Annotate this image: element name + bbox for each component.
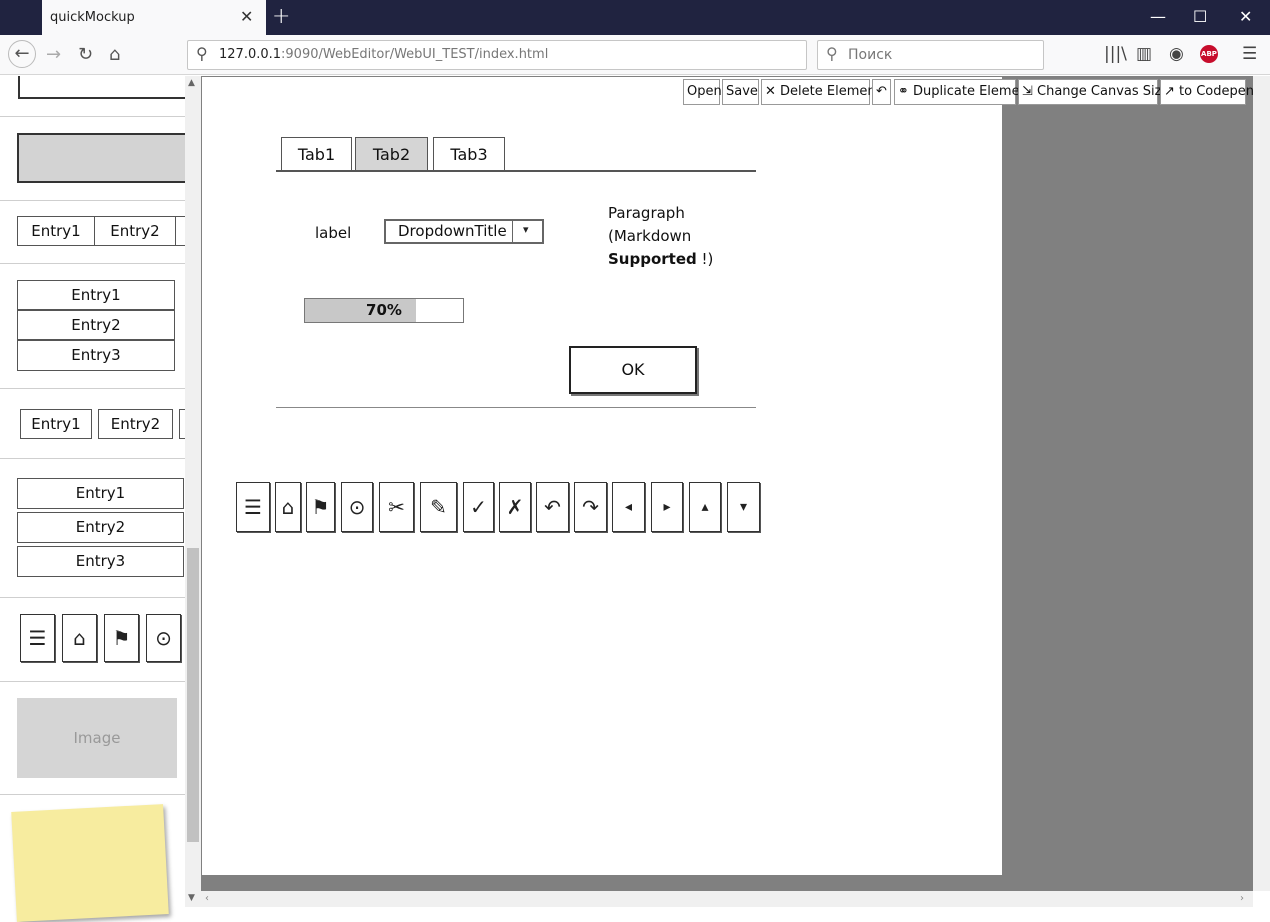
minimize-icon[interactable]: —: [1150, 7, 1166, 26]
dropdown[interactable]: DropdownTitle: [384, 219, 544, 244]
scroll-right-icon[interactable]: ›: [1240, 893, 1244, 904]
palette-list-item[interactable]: Entry1: [17, 280, 175, 310]
tab-title: quickMockup: [50, 10, 135, 25]
palette-list-item[interactable]: Entry3: [17, 340, 175, 371]
url-path: :9090/WebEditor/WebUI_TEST/index.html: [281, 47, 549, 62]
palette-textfield[interactable]: [18, 76, 185, 99]
pencil-icon[interactable]: ✎: [420, 482, 457, 532]
palette-vbutton[interactable]: Entry3: [17, 546, 184, 577]
palette-vbutton[interactable]: Entry1: [17, 478, 184, 509]
maximize-icon[interactable]: ☐: [1193, 7, 1207, 26]
search-icon: ⚲: [826, 44, 838, 63]
markdown-paragraph: Paragraph (Markdown Supported !): [608, 202, 713, 271]
paragraph-line: Paragraph: [608, 204, 685, 222]
new-tab-icon[interactable]: +: [272, 4, 290, 29]
palette-list-item[interactable]: Entry2: [17, 310, 175, 340]
divider-line: [276, 407, 756, 408]
home-icon[interactable]: ⌂: [275, 482, 301, 532]
menu-icon[interactable]: ☰: [1242, 44, 1257, 64]
palette-button[interactable]: [17, 133, 185, 183]
save-button[interactable]: Save: [722, 79, 759, 105]
palette-vbutton[interactable]: Entry2: [17, 512, 184, 543]
url-text[interactable]: 127.0.0.1:9090/WebEditor/WebUI_TEST/inde…: [219, 47, 548, 62]
canvas-vertical-scrollbar[interactable]: [1253, 76, 1270, 891]
label-text: label: [315, 224, 352, 242]
back-icon[interactable]: ←: [8, 40, 36, 68]
tab-1[interactable]: Tab1: [281, 137, 352, 171]
dropdown-title: DropdownTitle: [398, 222, 507, 240]
home-icon[interactable]: ⌂: [109, 44, 120, 65]
palette-divider: [0, 458, 185, 459]
paragraph-tail: !): [696, 250, 714, 268]
palette-divider: [0, 263, 185, 264]
dropdown-separator: [512, 221, 513, 242]
arrow-down-icon[interactable]: ▾: [727, 482, 760, 532]
paragraph-line: Supported !): [608, 248, 713, 271]
library-icon[interactable]: |||\: [1104, 44, 1127, 64]
sidebar-icon[interactable]: ▥: [1136, 44, 1152, 64]
menu-icon[interactable]: ☰: [236, 482, 270, 532]
scroll-up-icon[interactable]: ▲: [188, 78, 195, 88]
palette-target-icon[interactable]: ⊙: [146, 614, 181, 662]
search-icon: ⚲: [196, 44, 208, 63]
to-codepen-button[interactable]: ↗ to Codepen: [1160, 79, 1254, 105]
change-canvas-size-button[interactable]: ⇲ Change Canvas Size: [1018, 79, 1169, 105]
palette-divider: [0, 388, 185, 389]
open-button[interactable]: Open: [683, 79, 722, 105]
forward-icon[interactable]: →: [46, 44, 61, 65]
url-host: 127.0.0.1: [219, 47, 282, 62]
palette-hbar-entry[interactable]: Entry1: [17, 216, 95, 246]
target-icon[interactable]: ⊙: [341, 482, 373, 532]
flag-icon[interactable]: ⚑: [306, 482, 335, 532]
palette-hbar-entry[interactable]: Entry2: [94, 216, 176, 246]
tab-underline: [276, 170, 756, 172]
reload-icon[interactable]: ↻: [78, 44, 93, 65]
scissors-icon[interactable]: ✂: [379, 482, 414, 532]
palette-divider: [0, 597, 185, 598]
palette-hbar-entry[interactable]: [175, 216, 185, 246]
paragraph-bold: Supported: [608, 250, 697, 268]
duplicate-element-button[interactable]: ⚭ Duplicate Element: [894, 79, 1033, 105]
arrow-up-icon[interactable]: ▴: [689, 482, 721, 532]
palette-divider: [0, 681, 185, 682]
palette-home-icon[interactable]: ⌂: [62, 614, 97, 662]
redo-icon[interactable]: ↷: [574, 482, 607, 532]
element-palette: Entry1 Entry2 Entry1 Entry2 Entry3 Entry…: [0, 76, 185, 907]
undo-icon[interactable]: ↶: [536, 482, 569, 532]
chevron-down-icon[interactable]: ▾: [523, 223, 529, 236]
palette-menu-icon[interactable]: ☰: [20, 614, 55, 662]
palette-buttonbar-entry[interactable]: Entry2: [98, 409, 173, 439]
sidebar-scroll-thumb[interactable]: [187, 548, 199, 842]
canvas-horizontal-scrollbar[interactable]: [201, 891, 1253, 907]
paragraph-line: (Markdown: [608, 227, 692, 245]
cross-icon[interactable]: ✗: [499, 482, 531, 532]
palette-sticky-note[interactable]: [11, 804, 169, 922]
close-tab-icon[interactable]: ✕: [240, 7, 253, 26]
progress-bar: 70%: [304, 298, 464, 323]
check-icon[interactable]: ✓: [463, 482, 494, 532]
adblock-icon[interactable]: ABP: [1200, 45, 1218, 63]
scroll-down-icon[interactable]: ▼: [188, 893, 195, 903]
account-icon[interactable]: ◉: [1169, 44, 1184, 64]
scroll-left-icon[interactable]: ‹: [205, 893, 209, 904]
window-close-icon[interactable]: ✕: [1239, 7, 1252, 26]
arrow-right-icon[interactable]: ▸: [651, 482, 683, 532]
arrow-left-icon[interactable]: ◂: [612, 482, 645, 532]
tab-2[interactable]: Tab2: [355, 137, 428, 171]
palette-divider: [0, 116, 185, 117]
ok-button[interactable]: OK: [569, 346, 697, 394]
palette-divider: [0, 200, 185, 201]
palette-buttonbar-entry[interactable]: Entry1: [20, 409, 92, 439]
palette-image[interactable]: Image: [17, 698, 177, 778]
mockup-canvas[interactable]: [202, 77, 1002, 875]
tab-3[interactable]: Tab3: [433, 137, 505, 171]
progress-label: 70%: [366, 301, 402, 319]
undo-icon[interactable]: ↶: [872, 79, 891, 105]
palette-flag-icon[interactable]: ⚑: [104, 614, 139, 662]
palette-divider: [0, 794, 185, 795]
search-placeholder: Поиск: [848, 47, 893, 63]
delete-element-button[interactable]: ✕ Delete Element: [761, 79, 881, 105]
